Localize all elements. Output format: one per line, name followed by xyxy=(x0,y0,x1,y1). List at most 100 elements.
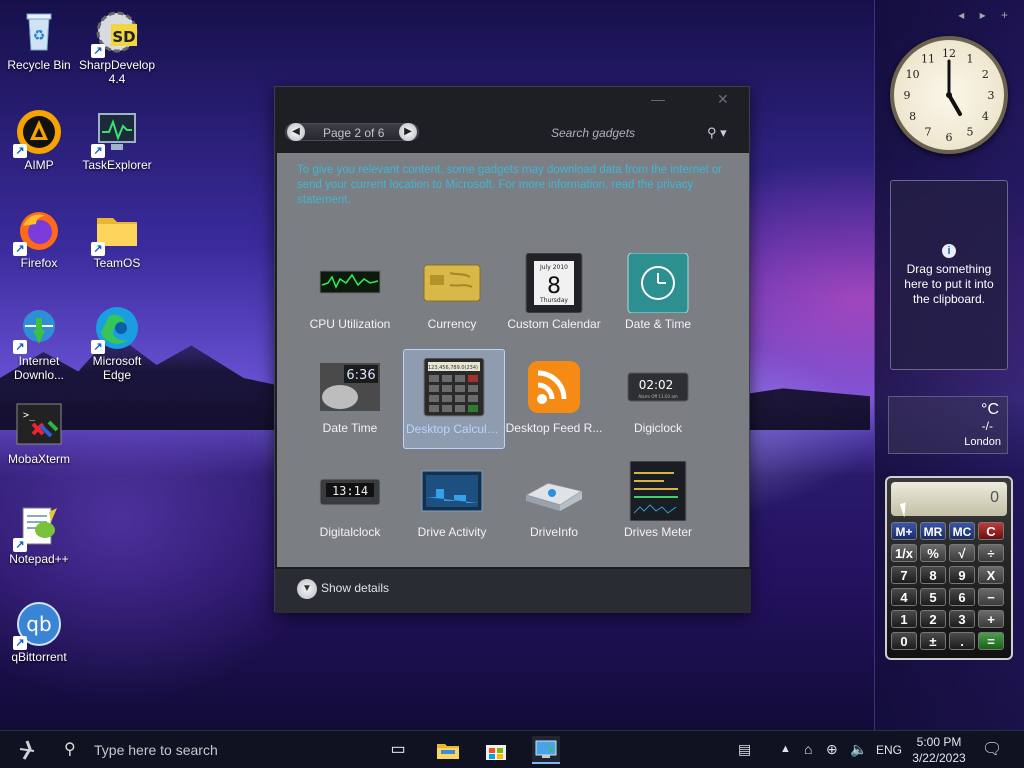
calculator-key[interactable]: 3 xyxy=(949,610,975,628)
info-icon: i xyxy=(942,243,956,258)
clock-numeral: 11 xyxy=(921,53,935,66)
calculator-key[interactable]: 7 xyxy=(891,566,917,584)
show-details-button[interactable]: Show details xyxy=(321,581,389,595)
network-globe-icon[interactable]: ⊕ xyxy=(826,741,838,758)
desktop-icon-microsoft-edge[interactable]: ↗ Microsoft Edge xyxy=(78,304,156,382)
gadget-date-time[interactable]: 6:36 Date Time xyxy=(299,349,401,449)
calculator-key[interactable]: 1 xyxy=(891,610,917,628)
next-page-button[interactable]: ▶ xyxy=(399,123,417,141)
desktop-icon-label: TeamOS xyxy=(93,256,141,270)
gadget-drives-meter[interactable]: Drives Meter xyxy=(607,453,709,553)
desktop-icon-recycle-bin[interactable]: ♻ Recycle Bin xyxy=(0,8,78,72)
minimize-button[interactable]: — xyxy=(651,91,665,107)
gadget-custom-calendar[interactable]: July 2010 8 Thursday Custom Calendar xyxy=(503,245,605,345)
svg-text:SD: SD xyxy=(112,28,135,46)
desktop-icon-internet-download-manager[interactable]: ↗ Internet Downlo... xyxy=(0,304,78,382)
chevron-down-icon[interactable]: ▼ xyxy=(297,579,317,599)
calculator-key[interactable]: − xyxy=(978,588,1004,606)
desktop-icon-notepad-plus-plus[interactable]: ↗ Notepad++ xyxy=(0,502,78,566)
recycle-bin-icon: ♻ xyxy=(15,8,63,56)
calculator-key[interactable]: 9 xyxy=(949,566,975,584)
calculator-key[interactable]: ± xyxy=(920,632,946,650)
sharpdevelop-icon: SD ↗ xyxy=(91,8,141,58)
calculator-key[interactable]: 6 xyxy=(949,588,975,606)
search-icon[interactable]: ⚲ xyxy=(64,739,76,759)
taskbar-clock[interactable]: 5:00 PM 3/22/2023 xyxy=(908,734,970,766)
file-explorer-icon[interactable] xyxy=(434,736,462,764)
calculator-key[interactable]: + xyxy=(978,610,1004,628)
clock-numeral: 7 xyxy=(925,125,932,138)
clock-numeral: 12 xyxy=(942,47,956,60)
desktop-icon-label: Recycle Bin xyxy=(7,58,71,72)
clipboard-gadget[interactable]: i Drag something here to put it into the… xyxy=(890,180,1008,370)
close-button[interactable]: ✕ xyxy=(717,91,729,108)
task-view-icon[interactable]: ▭ xyxy=(384,736,412,764)
gadget-digitalclock[interactable]: 13:14 Digitalclock xyxy=(299,453,401,553)
notifications-icon[interactable]: 🗨 xyxy=(982,739,1002,759)
prev-page-button[interactable]: ◀ xyxy=(287,123,305,141)
calculator-key[interactable]: ÷ xyxy=(978,544,1004,562)
taskbar-date: 3/22/2023 xyxy=(912,751,966,765)
calculator-key[interactable]: √ xyxy=(949,544,975,562)
clock-numeral: 3 xyxy=(988,89,995,102)
calculator-key[interactable]: 2 xyxy=(920,610,946,628)
weather-gadget[interactable]: °C -/- London xyxy=(888,396,1008,454)
calculator-key[interactable]: 0 xyxy=(891,632,917,650)
gadget-gallery-window: — ✕ ◀ Page 2 of 6 ▶ Search gadgets ⚲ ▾ T… xyxy=(274,86,751,613)
gadget-currency[interactable]: Currency xyxy=(401,245,503,345)
gadget-name: Digiclock xyxy=(633,421,682,435)
gadget-drive-activity[interactable]: Drive Activity xyxy=(401,453,503,553)
calculator-key[interactable]: . xyxy=(949,632,975,650)
desktop-icon-label: Firefox xyxy=(20,256,58,270)
calculator-key[interactable]: 8 xyxy=(920,566,946,584)
desktop-icon-sharpdevelop[interactable]: SD ↗ SharpDevelop 4.4 xyxy=(78,8,156,86)
shortcut-arrow-icon: ↗ xyxy=(13,242,27,256)
calculator-key[interactable]: X xyxy=(978,566,1004,584)
gadget-date-and-time[interactable]: Date & Time xyxy=(607,245,709,345)
desktop-icon-mobaxterm[interactable]: >_ MobaXterm xyxy=(0,402,78,466)
currency-card-icon xyxy=(420,253,484,313)
desktop-icon-qbittorrent[interactable]: qb ↗ qBittorrent xyxy=(0,600,78,664)
clock-hour-hand xyxy=(947,93,962,117)
gadget-cpu-utilization[interactable]: CPU Utilization xyxy=(299,245,401,345)
chevron-up-icon[interactable]: ▲ xyxy=(780,743,791,755)
calendar-day: 8 xyxy=(547,274,561,299)
calculator-key[interactable]: 1/x xyxy=(891,544,917,562)
desktop-icon-aimp[interactable]: ↗ AIMP xyxy=(0,108,78,172)
qbittorrent-icon: qb ↗ xyxy=(13,600,63,650)
sidebar-controls[interactable]: ◂ ▸ + xyxy=(958,8,1014,22)
search-gadgets-input[interactable]: Search gadgets xyxy=(551,126,635,140)
calculator-icon: 123,456,789.0(234) xyxy=(422,357,486,418)
taskbar-search-box[interactable]: Type here to search xyxy=(94,742,218,758)
calculator-key[interactable]: = xyxy=(978,632,1004,650)
start-button[interactable] xyxy=(14,739,40,761)
calculator-key[interactable]: C xyxy=(978,522,1004,540)
volume-muted-icon[interactable]: 🔈 xyxy=(850,741,867,758)
calculator-key[interactable]: 4 xyxy=(891,588,917,606)
gadget-driveinfo[interactable]: DriveInfo xyxy=(503,453,605,553)
desktop-icon-taskexplorer[interactable]: ↗ TaskExplorer xyxy=(78,108,156,172)
svg-text:♻: ♻ xyxy=(33,28,46,44)
action-center-icon[interactable]: ▤ xyxy=(738,741,751,758)
firefox-icon: ↗ xyxy=(13,206,63,256)
calculator-key[interactable]: % xyxy=(920,544,946,562)
temperature-value: -/- xyxy=(981,419,993,433)
gadgets-app-icon[interactable] xyxy=(532,736,560,764)
device-icon[interactable]: ⌂ xyxy=(804,741,812,757)
search-icon[interactable]: ⚲ ▾ xyxy=(707,125,727,141)
store-icon[interactable] xyxy=(482,736,510,764)
taskexplorer-icon: ↗ xyxy=(91,108,141,158)
gadget-desktop-calculator[interactable]: 123,456,789.0(234) Desktop Calculator xyxy=(403,349,505,449)
desktop-icon-firefox[interactable]: ↗ Firefox xyxy=(0,206,78,270)
digital-watch-icon: 6:36 xyxy=(318,357,382,417)
calculator-key[interactable]: MR xyxy=(920,522,946,540)
gadget-digiclock[interactable]: 02:02 Alarm Off 11:03 am Digiclock xyxy=(607,349,709,449)
analog-clock-gadget[interactable]: 12 1 2 3 4 5 6 7 8 9 10 11 xyxy=(890,36,1008,154)
calculator-key[interactable]: 5 xyxy=(920,588,946,606)
calculator-key[interactable]: M+ xyxy=(891,522,917,540)
desktop-icon-teamos[interactable]: ↗ TeamOS xyxy=(78,206,156,270)
notepad-plus-plus-icon: ↗ xyxy=(13,502,63,552)
input-language[interactable]: ENG xyxy=(876,743,902,757)
calculator-key[interactable]: MC xyxy=(949,522,975,540)
gadget-desktop-feed-reader[interactable]: Desktop Feed R... xyxy=(503,349,605,449)
